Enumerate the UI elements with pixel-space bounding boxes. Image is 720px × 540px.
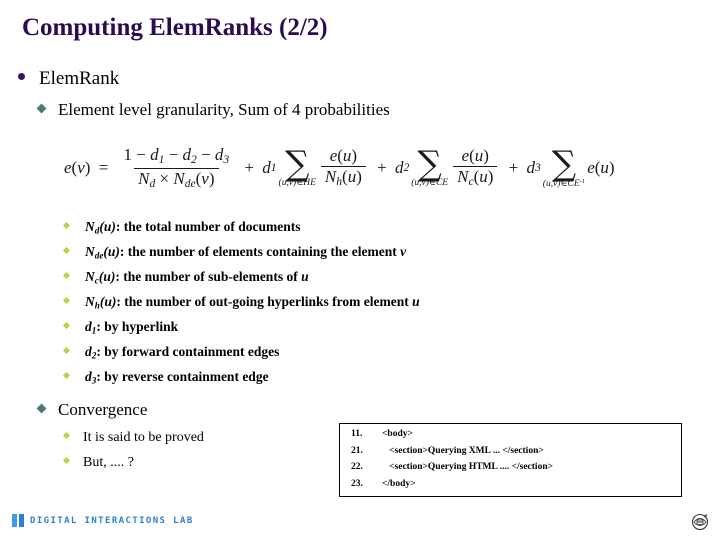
definition-item-label: d3: by reverse containment edge [85,369,269,386]
definition-item-nde: Nde(u): the number of elements containin… [62,244,407,261]
code-line-number: 23. [351,478,363,489]
bullet-square-icon [62,221,71,230]
bullet-convergence: Convergence [36,400,148,420]
convergence-item-0: It is said to be proved [62,430,204,446]
bullet-square-icon [62,246,71,255]
code-line-text: <body> [382,429,413,439]
page-title: Computing ElemRanks (2/2) [22,14,328,41]
bullet-square-icon [62,321,71,330]
bullet-square-icon [62,346,71,355]
bullet-elemrank-label: ElemRank [39,68,120,89]
definition-item-nh: Nh(u): the number of out-going hyperlink… [62,294,420,311]
definition-item-nd: Nd(u): the total number of documents [62,219,301,236]
logo-bars-icon [12,514,24,527]
code-line-text: <section>Querying HTML .... </section> [382,462,554,472]
bullet-square-icon [62,296,71,305]
summation-icon: ∑ [285,144,310,185]
code-line-number: 21. [351,445,363,456]
elemrank-formula: e(v) = 1 − d1 − d2 − d3 Nd × Nde(v) + d1… [64,143,615,190]
footer-lab-logo: DIGITAL INTERACTIONS LAB [12,514,194,527]
code-example-box: 11. <body> 21. <section>Querying XML ...… [339,423,682,497]
definition-item-label: Nc(u): the number of sub-elements of u [85,269,309,286]
definition-item-d1: d1: by hyperlink [62,319,179,336]
bullet-element-granularity-label: Element level granularity, Sum of 4 prob… [58,100,390,119]
formula-term-4: d3 ∑ (u,v)∈CE-1 e(u) [526,143,615,189]
definition-item-label: Nh(u): the number of out-going hyperlink… [85,294,420,311]
definition-item-label: Nde(u): the number of elements containin… [85,244,407,261]
definition-item-label: d2: by forward containment edges [85,344,280,361]
definition-item-nc: Nc(u): the number of sub-elements of u [62,269,309,286]
convergence-item-1: But, .... ? [62,455,134,471]
slide-canvas: Computing ElemRanks (2/2) ElemRank Eleme… [0,0,720,540]
summation-icon: ∑ [417,144,442,185]
bullet-diamond-icon [36,103,47,114]
corner-emblem-icon [690,512,710,532]
bullet-elemrank: ElemRank [18,68,119,90]
bullet-dot-icon [18,73,25,80]
bullet-diamond-icon [36,403,47,414]
code-line-number: 11. [351,429,363,439]
formula-term-1: 1 − d1 − d2 − d3 Nd × Nde(v) [123,144,230,190]
bullet-square-icon [62,456,71,465]
definition-item-d2: d2: by forward containment edges [62,344,280,361]
code-line: 22. <section>Querying HTML .... </sectio… [340,462,681,473]
bullet-element-granularity: Element level granularity, Sum of 4 prob… [36,100,390,120]
code-line-text: </body> [382,478,416,489]
definition-item-label: Nd(u): the total number of documents [85,219,301,236]
convergence-item-label: But, .... ? [83,455,134,470]
bullet-convergence-label: Convergence [58,400,148,419]
convergence-item-label: It is said to be proved [83,430,204,445]
definition-item-d3: d3: by reverse containment edge [62,369,269,386]
footer-lab-logo-text: DIGITAL INTERACTIONS LAB [30,515,194,526]
code-line: 23. </body> [340,478,681,490]
code-line: 11. <body> [340,429,681,440]
code-line-text: <section>Querying XML ... </section> [382,445,544,456]
bullet-square-icon [62,431,71,440]
code-line: 21. <section>Querying XML ... </section> [340,445,681,457]
bullet-square-icon [62,371,71,380]
bullet-square-icon [62,271,71,280]
formula-term-3: d2 ∑ (u,v)∈CE e(u) Nc(u) [395,144,500,190]
formula-term-2: d1 ∑ (u,v)∈HE e(u) Nh(u) [262,144,369,190]
definition-item-label: d1: by hyperlink [85,319,179,336]
code-line-number: 22. [351,462,363,472]
summation-icon: ∑ [551,143,577,184]
